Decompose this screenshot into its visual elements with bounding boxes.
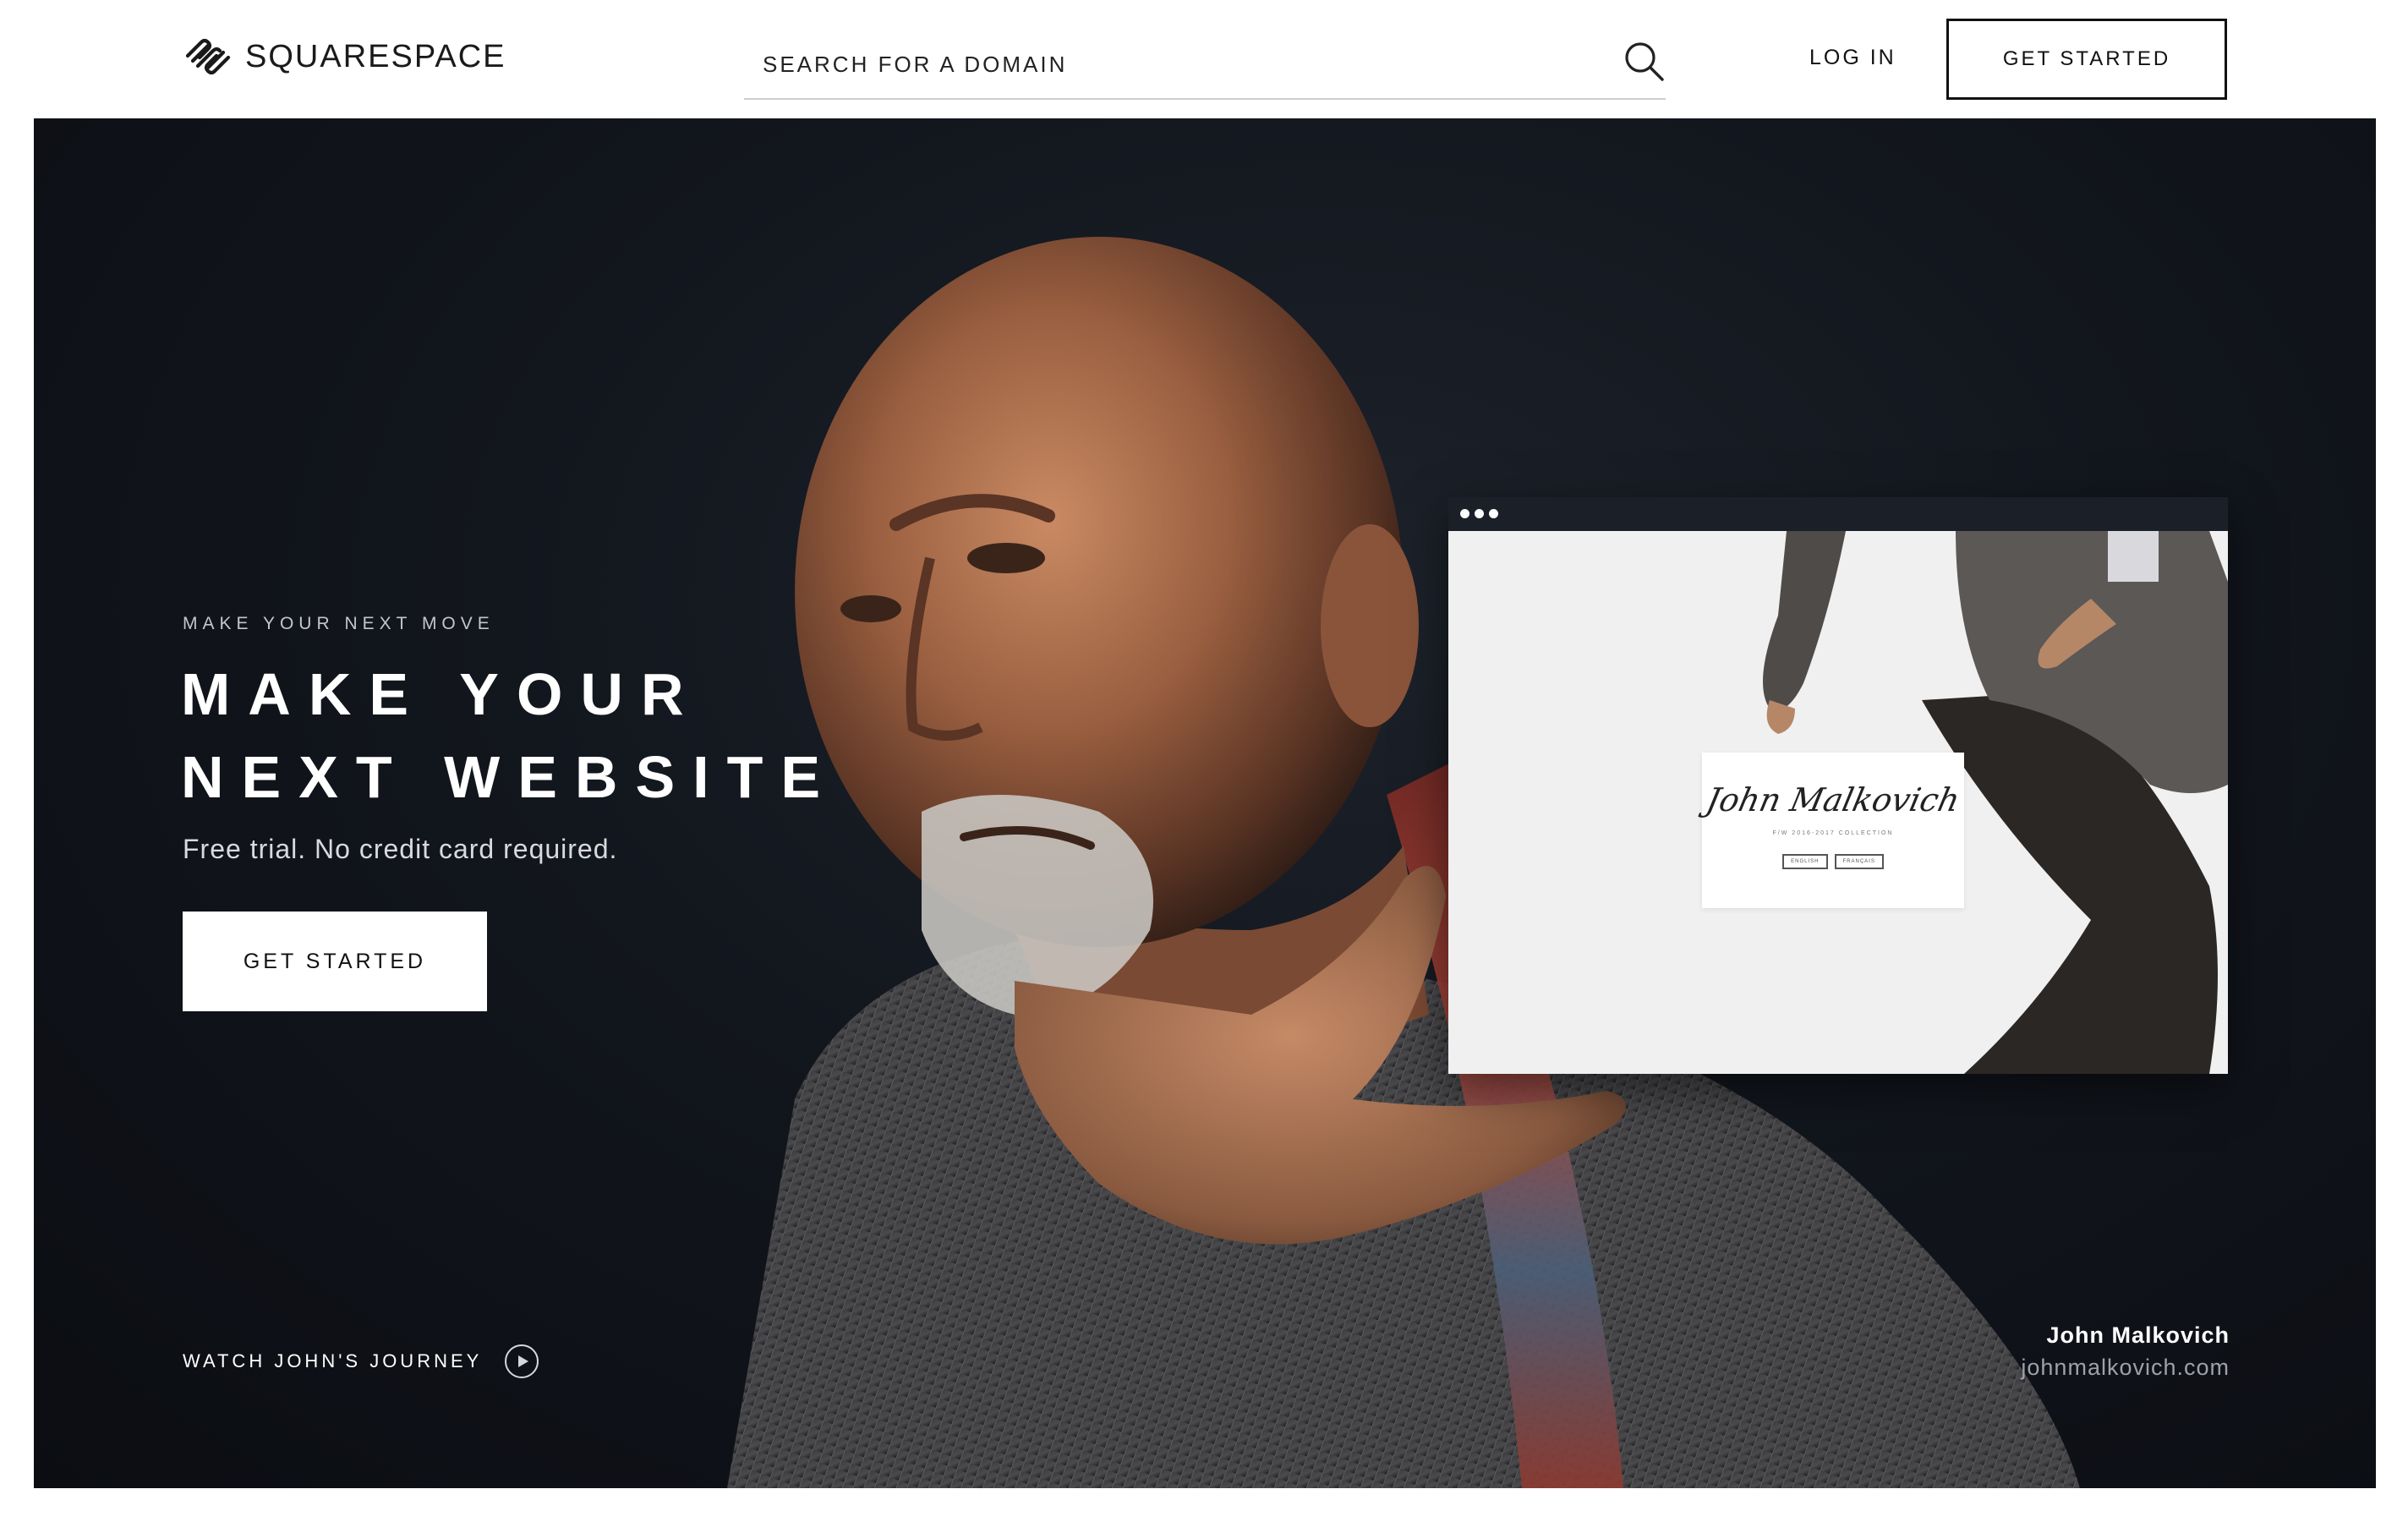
preview-english-button[interactable]: ENGLISH (1782, 854, 1828, 869)
hero-headline-line-1: MAKE YOUR (181, 661, 702, 727)
logo-wordmark: SQUARESPACE (245, 38, 506, 74)
preview-signature: John Malkovich (1703, 781, 1963, 818)
hero-section: MAKE YOUR NEXT MOVE MAKE YOUR NEXT WEBSI… (34, 118, 2376, 1488)
logo-link[interactable]: SQUARESPACE (183, 36, 506, 78)
watch-journey-label: WATCH JOHN'S JOURNEY (183, 1350, 483, 1371)
customer-credit-name: John Malkovich (2046, 1322, 2230, 1348)
site-header: SQUARESPACE LOG IN GET STARTED (0, 0, 2408, 118)
play-icon[interactable] (504, 1344, 539, 1379)
customer-credit-url[interactable]: johnmalkovich.com (2021, 1355, 2230, 1381)
preview-language-buttons: ENGLISH FRANÇAIS (1702, 854, 1964, 869)
domain-search (744, 34, 1666, 100)
preview-toolbar (1448, 497, 2228, 531)
preview-caption: F/W 2016-2017 COLLECTION (1772, 830, 1894, 836)
login-link[interactable]: LOG IN (1809, 46, 1896, 70)
preview-french-button[interactable]: FRANÇAIS (1834, 854, 1884, 869)
header-get-started-button[interactable]: GET STARTED (1946, 19, 2227, 100)
hero-eyebrow: MAKE YOUR NEXT MOVE (183, 614, 495, 633)
window-dots-icon (1460, 509, 1503, 518)
hero-headline-line-2: NEXT WEBSITE (181, 744, 839, 810)
hero-get-started-button[interactable]: GET STARTED (183, 912, 487, 1011)
watch-journey-link[interactable]: WATCH JOHN'S JOURNEY (183, 1343, 539, 1380)
preview-splash-card: John Malkovich F/W 2016-2017 COLLECTION … (1702, 753, 1964, 908)
search-icon[interactable] (1622, 39, 1666, 83)
hero-subtext: Free trial. No credit card required. (183, 834, 618, 864)
domain-search-input[interactable] (761, 44, 1573, 85)
squarespace-logo-icon (185, 38, 231, 75)
hero-headline: MAKE YOUR NEXT WEBSITE (181, 653, 838, 818)
website-preview-window: John Malkovich F/W 2016-2017 COLLECTION … (1448, 497, 2228, 1074)
